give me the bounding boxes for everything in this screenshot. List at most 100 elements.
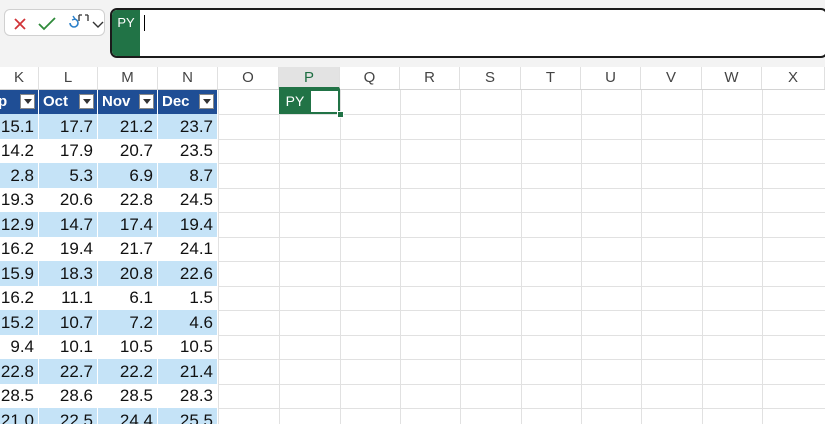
table-cell[interactable]: 4.6 bbox=[158, 310, 218, 335]
column-header-k[interactable]: K bbox=[0, 67, 39, 89]
column-header-m[interactable]: M bbox=[98, 67, 158, 89]
python-toggle-icon[interactable] bbox=[63, 10, 91, 37]
grid-line bbox=[218, 212, 825, 213]
table-cell[interactable]: 7.2 bbox=[98, 310, 158, 335]
cancel-icon[interactable] bbox=[10, 10, 30, 37]
column-header-l[interactable]: L bbox=[39, 67, 98, 89]
table-cell[interactable]: 22.7 bbox=[39, 359, 98, 384]
table-cell[interactable]: 24.5 bbox=[158, 187, 218, 212]
table-cell[interactable]: 20.7 bbox=[98, 138, 158, 163]
table-cell[interactable]: 10.5 bbox=[158, 334, 218, 359]
column-header-o[interactable]: O bbox=[218, 67, 279, 89]
grid-line bbox=[218, 286, 825, 287]
table-cell[interactable]: 17.4 bbox=[98, 212, 158, 237]
column-header-u[interactable]: U bbox=[581, 67, 641, 89]
table-cell[interactable]: 5.3 bbox=[39, 163, 98, 188]
table-cell[interactable]: 6.9 bbox=[98, 163, 158, 188]
formula-bar[interactable]: PY bbox=[110, 8, 825, 58]
table-cell[interactable]: 22.6 bbox=[158, 261, 218, 286]
table-cell[interactable]: 20.6 bbox=[39, 187, 98, 212]
table-cell[interactable]: 10.5 bbox=[98, 334, 158, 359]
grid-line bbox=[218, 163, 825, 164]
table-cell[interactable]: 21.4 bbox=[158, 359, 218, 384]
column-header-v[interactable]: V bbox=[641, 67, 702, 89]
table-cell[interactable]: 19.4 bbox=[158, 212, 218, 237]
table-cell[interactable]: 19.3 bbox=[0, 187, 39, 212]
chevron-down-icon[interactable] bbox=[91, 10, 105, 37]
table-cell[interactable]: 23.5 bbox=[158, 138, 218, 163]
table-cell[interactable]: 20.8 bbox=[98, 261, 158, 286]
grid-line bbox=[702, 90, 703, 424]
table-cell[interactable]: 10.1 bbox=[39, 334, 98, 359]
table-cell[interactable]: 10.7 bbox=[39, 310, 98, 335]
grid-line bbox=[581, 90, 582, 424]
table-cell[interactable]: 17.9 bbox=[39, 138, 98, 163]
table-cell[interactable]: 21.7 bbox=[98, 236, 158, 261]
table-cell[interactable]: 22.8 bbox=[0, 359, 39, 384]
column-header-x[interactable]: X bbox=[762, 67, 825, 89]
enter-icon[interactable] bbox=[35, 10, 59, 37]
grid-line bbox=[279, 90, 280, 424]
table-cell[interactable]: 8.7 bbox=[158, 163, 218, 188]
table-cell[interactable]: 19.4 bbox=[39, 236, 98, 261]
column-header-n[interactable]: N bbox=[158, 67, 218, 89]
table-cell[interactable]: 22.2 bbox=[98, 359, 158, 384]
column-header-w[interactable]: W bbox=[702, 67, 762, 89]
grid-line bbox=[762, 90, 763, 424]
table-cell[interactable]: 6.1 bbox=[98, 285, 158, 310]
formula-area: PY bbox=[0, 0, 825, 67]
column-header-t[interactable]: T bbox=[521, 67, 581, 89]
table-header-dec: Dec bbox=[158, 90, 218, 114]
table-cell[interactable]: 28.5 bbox=[0, 383, 39, 408]
grid-line bbox=[218, 139, 825, 140]
grid-line bbox=[641, 90, 642, 424]
table-cell[interactable]: 15.9 bbox=[0, 261, 39, 286]
table-cell[interactable]: 22.8 bbox=[98, 187, 158, 212]
table-cell[interactable]: 18.3 bbox=[39, 261, 98, 286]
fill-handle[interactable] bbox=[337, 111, 344, 118]
filter-dropdown-icon[interactable] bbox=[20, 94, 35, 109]
table-cell[interactable]: 15.1 bbox=[0, 114, 39, 139]
table-header-label: Dec bbox=[162, 93, 190, 110]
table-cell[interactable]: 2.8 bbox=[0, 163, 39, 188]
table-cell[interactable]: 14.2 bbox=[0, 138, 39, 163]
column-header-r[interactable]: R bbox=[400, 67, 460, 89]
table-cell[interactable]: 14.7 bbox=[39, 212, 98, 237]
grid-line bbox=[521, 90, 522, 424]
grid-line bbox=[400, 90, 401, 424]
table-cell[interactable]: 21.0 bbox=[0, 408, 39, 424]
grid-line bbox=[218, 359, 825, 360]
column-header-q[interactable]: Q bbox=[340, 67, 400, 89]
filter-dropdown-icon[interactable] bbox=[79, 94, 94, 109]
table-cell[interactable]: 1.5 bbox=[158, 285, 218, 310]
table-cell[interactable]: 12.9 bbox=[0, 212, 39, 237]
column-header-p[interactable]: P bbox=[279, 67, 340, 89]
table-cell[interactable]: 16.2 bbox=[0, 285, 39, 310]
table-body: 15.1 17.7 21.2 23.7 14.2 17.9 20.7 23.5 … bbox=[0, 114, 218, 424]
table-cell[interactable]: 28.3 bbox=[158, 383, 218, 408]
table-cell[interactable]: 28.5 bbox=[98, 383, 158, 408]
grid-line bbox=[218, 384, 825, 385]
filter-dropdown-icon[interactable] bbox=[139, 94, 154, 109]
table-cell[interactable]: 9.4 bbox=[0, 334, 39, 359]
table-cell[interactable]: 28.6 bbox=[39, 383, 98, 408]
table-cell[interactable]: 15.2 bbox=[0, 310, 39, 335]
table-cell[interactable]: 25.5 bbox=[158, 408, 218, 424]
grid-line bbox=[218, 261, 825, 262]
table-cell[interactable]: 22.5 bbox=[39, 408, 98, 424]
active-cell-selection[interactable] bbox=[279, 89, 340, 114]
filter-dropdown-icon[interactable] bbox=[199, 94, 214, 109]
table-cell[interactable]: 21.2 bbox=[98, 114, 158, 139]
table-cell[interactable]: 17.7 bbox=[39, 114, 98, 139]
grid-line bbox=[218, 90, 219, 424]
formula-controls bbox=[4, 9, 105, 36]
column-header-s[interactable]: S bbox=[460, 67, 521, 89]
table-cell[interactable]: 24.1 bbox=[158, 236, 218, 261]
worksheet-grid: p Oct Nov Dec 15.1 17.7 21.2 23.7 14.2 1… bbox=[0, 90, 825, 424]
table-header-oct: Oct bbox=[39, 90, 98, 114]
python-badge: PY bbox=[112, 10, 140, 56]
table-cell[interactable]: 24.4 bbox=[98, 408, 158, 424]
table-cell[interactable]: 16.2 bbox=[0, 236, 39, 261]
table-cell[interactable]: 11.1 bbox=[39, 285, 98, 310]
table-cell[interactable]: 23.7 bbox=[158, 114, 218, 139]
